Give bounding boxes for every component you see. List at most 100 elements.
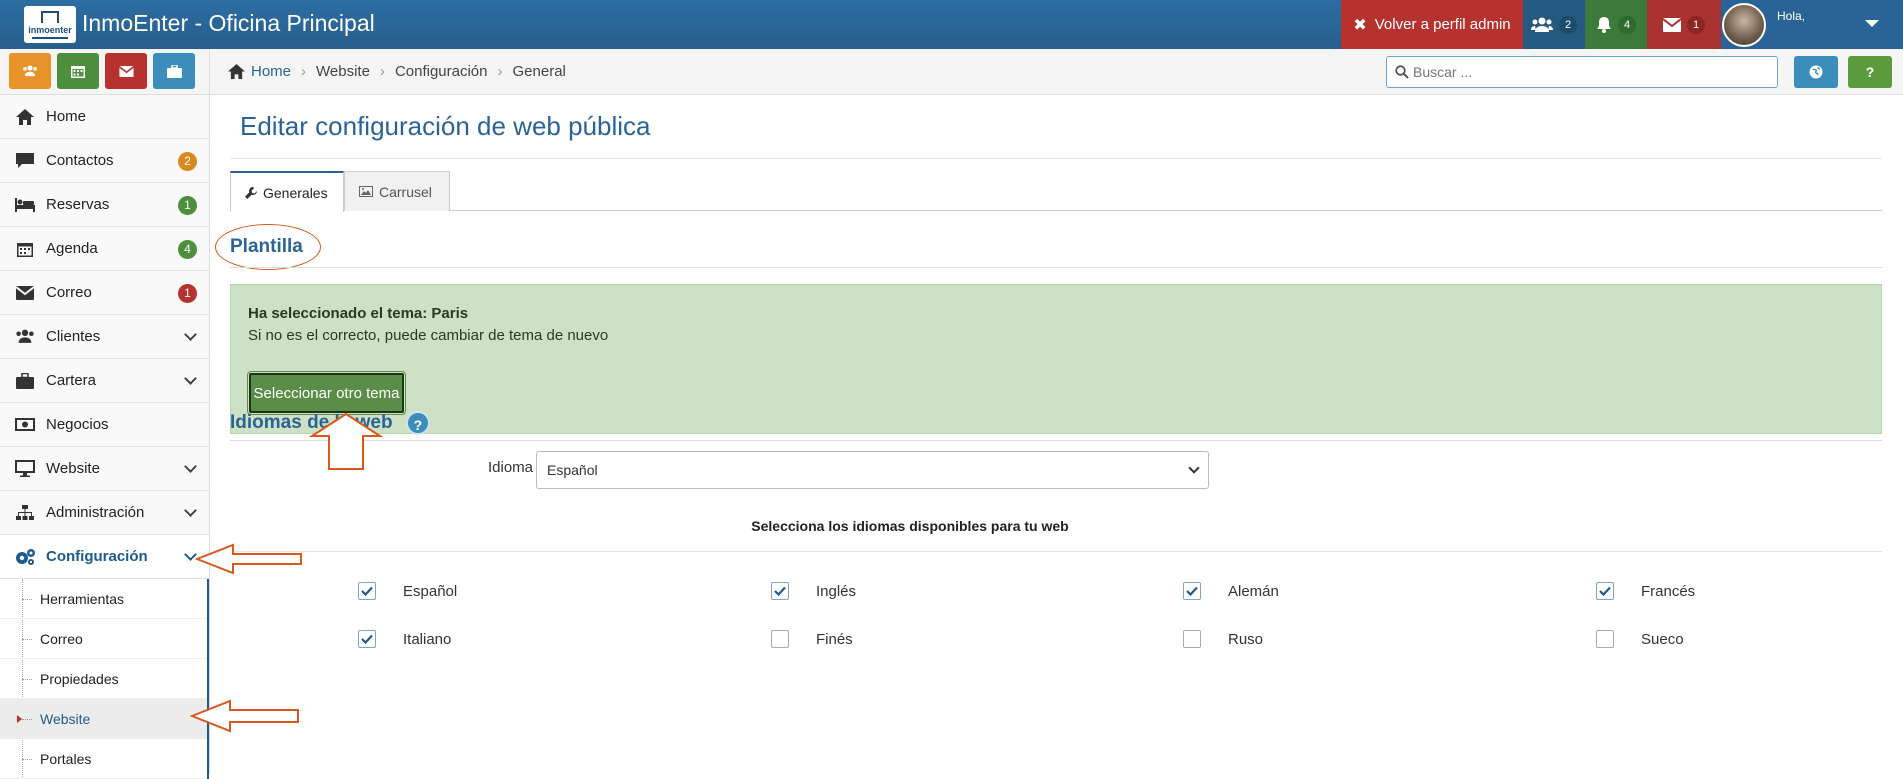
active-indicator-icon <box>17 715 22 723</box>
language-checkbox[interactable] <box>1183 630 1201 648</box>
chevron-right-icon: › <box>379 63 385 80</box>
theme-alert: Ha seleccionado el tema: Paris Si no es … <box>230 284 1882 434</box>
comment-icon <box>14 152 36 170</box>
chevron-down-icon <box>184 460 197 473</box>
annotation-arrow-up-icon <box>309 412 383 470</box>
sidebar-item-label: Reservas <box>46 196 110 213</box>
app-logo[interactable]: inmoenter <box>24 6 76 43</box>
language-checkbox[interactable] <box>358 582 376 600</box>
divider <box>230 267 1882 268</box>
breadcrumb-configuracion: Configuración <box>394 63 488 80</box>
search-box <box>1386 56 1778 88</box>
money-icon <box>14 416 36 434</box>
sidebar-item-label: Home <box>46 108 87 125</box>
language-option[interactable]: Sueco <box>1596 630 1684 648</box>
select-other-theme-button[interactable]: Seleccionar otro tema <box>247 371 406 415</box>
language-option[interactable]: Finés <box>771 630 853 648</box>
language-checkbox[interactable] <box>1596 582 1614 600</box>
check-icon <box>1186 586 1198 596</box>
user-menu[interactable]: Hola, <box>1721 0 1903 49</box>
sidebar-item-correo[interactable]: Correo 1 <box>0 271 209 315</box>
search-input[interactable] <box>1413 57 1753 87</box>
language-option[interactable]: Italiano <box>358 630 451 648</box>
image-icon <box>359 186 373 197</box>
check-icon <box>361 634 373 644</box>
check-icon <box>774 586 786 596</box>
envelope-icon <box>1663 17 1681 32</box>
tab-label: Generales <box>263 184 328 201</box>
tab-generales[interactable]: Generales <box>230 171 344 212</box>
language-label: Ruso <box>1228 630 1264 648</box>
submenu-item-propiedades[interactable]: Propiedades <box>0 659 207 699</box>
language-checkbox[interactable] <box>1596 630 1614 648</box>
sidebar-item-clientes[interactable]: Clientes <box>0 315 209 359</box>
language-label: Francés <box>1641 582 1696 600</box>
sidebar-item-home[interactable]: Home <box>0 95 209 139</box>
language-option[interactable]: Inglés <box>771 582 856 600</box>
sidebar-item-agenda[interactable]: Agenda 4 <box>0 227 209 271</box>
sidebar-item-label: Website <box>46 460 100 477</box>
language-label: Alemán <box>1228 582 1279 600</box>
wrench-icon <box>245 186 257 199</box>
language-checkbox[interactable] <box>1183 582 1201 600</box>
tab-carrusel[interactable]: Carrusel <box>344 171 450 211</box>
language-checkbox[interactable] <box>358 630 376 648</box>
home-icon <box>14 108 36 126</box>
selected-theme-text: Ha seleccionado el tema: Paris <box>248 305 469 322</box>
language-checkbox[interactable] <box>771 630 789 648</box>
mail-button[interactable]: 1 <box>1647 0 1721 49</box>
desktop-icon <box>14 460 36 478</box>
sidebar-item-cartera[interactable]: Cartera <box>0 359 209 403</box>
quick-users-button[interactable] <box>9 53 51 89</box>
chevron-down-icon <box>184 504 197 517</box>
mail-count-badge: 1 <box>1687 15 1705 34</box>
sidebar-item-reservas[interactable]: Reservas 1 <box>0 183 209 227</box>
language-option[interactable]: Español <box>358 582 457 600</box>
sidebar-item-contactos[interactable]: Contactos 2 <box>0 139 209 183</box>
sidebar-item-label: Contactos <box>46 152 114 169</box>
breadcrumb: Home › Website › Configuración › General <box>228 63 566 80</box>
breadcrumb-home-link[interactable]: Home <box>251 63 291 80</box>
notifications-button[interactable]: 4 <box>1585 0 1647 49</box>
language-label: Inglés <box>816 582 857 600</box>
website-preview-button[interactable] <box>1794 56 1838 88</box>
app-title: InmoEnter - Oficina Principal <box>82 10 375 36</box>
language-option[interactable]: Ruso <box>1183 630 1263 648</box>
language-checkbox[interactable] <box>771 582 789 600</box>
sidebar-item-administracion[interactable]: Administración <box>0 491 209 535</box>
language-label: Español <box>403 582 458 600</box>
sidebar-item-configuracion[interactable]: Configuración <box>0 535 209 579</box>
sidebar-item-negocios[interactable]: Negocios <box>0 403 209 447</box>
language-label: Sueco <box>1641 630 1684 648</box>
envelope-icon <box>14 284 36 302</box>
calendar-icon <box>71 66 85 78</box>
correo-badge: 1 <box>178 284 197 303</box>
quick-calendar-button[interactable] <box>57 53 99 89</box>
submenu-item-herramientas[interactable]: Herramientas <box>0 579 207 619</box>
sidebar-item-label: Administración <box>46 504 145 521</box>
tab-bar: Generales Carrusel <box>230 171 1882 212</box>
default-language-select[interactable]: Español <box>536 451 1209 489</box>
avatar <box>1722 2 1766 47</box>
users-button[interactable]: 2 <box>1523 0 1585 49</box>
quick-mail-button[interactable] <box>105 53 147 89</box>
help-icon[interactable]: ? <box>405 411 430 435</box>
language-option[interactable]: Francés <box>1596 582 1695 600</box>
breadcrumb-general: General <box>512 63 566 80</box>
submenu-item-portales[interactable]: Portales <box>0 739 207 779</box>
submenu-item-label: Website <box>40 710 91 727</box>
envelope-icon <box>118 65 134 77</box>
back-to-admin-button[interactable]: ✖ Volver a perfil admin <box>1341 0 1523 49</box>
help-button[interactable]: ? <box>1848 56 1892 88</box>
section-plantilla: Plantilla <box>230 236 303 257</box>
language-option[interactable]: Alemán <box>1183 582 1279 600</box>
sidebar: Home Contactos 2 Reservas 1 Agenda 4 Cor… <box>0 49 210 779</box>
quick-briefcase-button[interactable] <box>153 53 195 89</box>
submenu-item-label: Correo <box>40 630 83 647</box>
sidebar-item-website[interactable]: Website <box>0 447 209 491</box>
globe-icon <box>1809 65 1823 79</box>
submenu-item-correo[interactable]: Correo <box>0 619 207 659</box>
close-icon: ✖ <box>1353 16 1367 34</box>
divider <box>230 158 1882 159</box>
submenu-item-website[interactable]: Website <box>0 699 207 739</box>
